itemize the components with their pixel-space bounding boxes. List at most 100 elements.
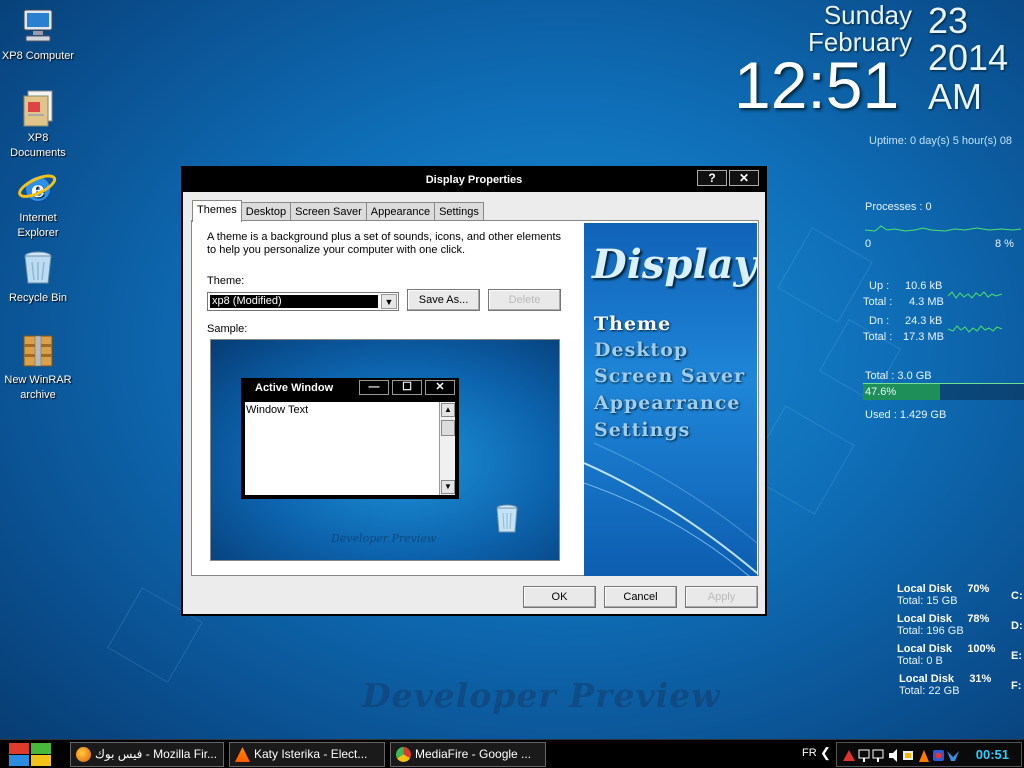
clock-day: Sunday: [823, 0, 912, 30]
disk-letter: E:: [1011, 650, 1022, 662]
task-vlc[interactable]: Katy Isterika - Elect...: [229, 742, 385, 767]
dialog-titlebar[interactable]: Display Properties ? ✕: [183, 168, 765, 192]
sample-window-buttons: — ☐ ✕: [356, 380, 455, 395]
start-button[interactable]: [8, 742, 52, 767]
network-icon-2: [872, 749, 884, 762]
disk-letter: F:: [1011, 680, 1022, 692]
banner-title: Display: [592, 241, 757, 288]
antivirus-icon: [947, 751, 959, 761]
maximize-icon: ☐: [392, 380, 422, 395]
security-icon: [933, 750, 944, 761]
sample-scrollbar: ▲ ▼: [439, 402, 455, 495]
disk-name: Local Disk: [899, 673, 955, 685]
memory-total: Total : 3.0 GB: [865, 370, 932, 382]
memory-used: Used : 1.429 GB: [865, 409, 947, 421]
language-indicator[interactable]: FR: [802, 747, 817, 759]
disk-c: Local Disk 70% Total: 15 GB: [897, 583, 989, 607]
desktop-icon-documents[interactable]: XP8 Documents: [0, 88, 76, 161]
task-label: Katy Isterika - Elect...: [254, 747, 368, 761]
computer-icon: [18, 6, 58, 46]
desktop-icon-label: New WinRAR archive: [4, 374, 72, 401]
cpu-min-label: 0: [865, 238, 872, 250]
vlc-tray-icon: [919, 750, 929, 762]
apply-button[interactable]: Apply: [685, 586, 758, 608]
recycle-bin-icon: [18, 248, 58, 288]
dialog-tabs: Themes Desktop Screen Saver Appearance S…: [192, 200, 484, 222]
tab-appearance[interactable]: Appearance: [365, 202, 436, 221]
tray-expand-icon[interactable]: ❮: [820, 745, 831, 761]
tab-desktop[interactable]: Desktop: [240, 202, 292, 221]
task-firefox[interactable]: فيس بوك - Mozilla Fir...: [70, 742, 224, 767]
help-button[interactable]: ?: [697, 170, 727, 186]
desktop-icon-label: XP8 Documents: [10, 132, 66, 159]
desktop-icon-label: XP8 Computer: [1, 50, 75, 62]
uptime-text: Uptime: 0 day(s) 5 hour(s) 08: [869, 135, 1013, 147]
dialog-title-buttons: ? ✕: [695, 170, 759, 186]
sample-recycle-bin-icon: [495, 504, 519, 537]
tab-settings[interactable]: Settings: [434, 202, 484, 221]
clock-date-year: 23 2014: [928, 2, 1008, 76]
disk-total: Total: 15 GB: [897, 595, 958, 607]
sample-label: Sample:: [207, 323, 248, 335]
task-chrome[interactable]: MediaFire - Google ...: [390, 742, 546, 767]
sample-window-title: Active Window: [255, 382, 334, 394]
display-properties-dialog: Display Properties ? ✕ Themes Desktop Sc…: [181, 166, 767, 616]
disk-f: Local Disk 31% Total: 22 GB: [899, 673, 991, 697]
disk-letter: C:: [1011, 590, 1023, 602]
sample-window-text: Window Text: [245, 402, 439, 495]
dialog-title: Display Properties: [425, 174, 523, 186]
download-total: 17.3 MB: [903, 331, 944, 343]
close-icon: ✕: [425, 380, 455, 395]
background-hex: [777, 227, 873, 323]
banner-item-appearance: Appearrance: [594, 392, 741, 414]
theme-select[interactable]: xp8 (Modified) ▼: [207, 292, 399, 311]
scroll-thumb: [441, 420, 455, 436]
upload-total-label: Total :: [863, 296, 893, 308]
banner-item-theme: Theme: [594, 313, 672, 335]
clock-year: 2014: [928, 37, 1009, 78]
disk-total: Total: 196 GB: [897, 625, 964, 637]
chrome-icon: [396, 747, 411, 762]
firefox-icon: [76, 747, 91, 762]
disk-total: Total: 0 B: [897, 655, 943, 667]
sample-window-titlebar: Active Window — ☐ ✕: [241, 378, 459, 398]
ok-button[interactable]: OK: [523, 586, 596, 608]
sample-active-window: Active Window — ☐ ✕ Window Text ▲ ▼: [241, 378, 459, 499]
upload-total: 4.3 MB: [909, 296, 944, 308]
tab-themes[interactable]: Themes: [192, 200, 242, 222]
disk-total: Total: 22 GB: [899, 685, 960, 697]
display-side-banner: Display Theme Desktop Screen Saver Appea…: [584, 223, 757, 576]
task-label: فيس بوك - Mozilla Fir...: [95, 747, 218, 761]
desktop-icon-label: Internet Explorer: [17, 212, 59, 239]
power-icon: [903, 751, 913, 760]
delete-button[interactable]: Delete: [488, 289, 561, 311]
cpu-graph: [865, 225, 1021, 232]
disk-name: Local Disk: [897, 643, 953, 655]
desktop-icon-recycle-bin[interactable]: Recycle Bin: [0, 248, 76, 306]
scroll-down-icon: ▼: [441, 480, 455, 494]
system-tray: 00:51: [836, 742, 1022, 767]
theme-description: A theme is a background plus a set of so…: [207, 231, 562, 256]
volume-icon: [889, 749, 897, 762]
minimize-icon: —: [359, 380, 389, 395]
tab-screen-saver[interactable]: Screen Saver: [290, 202, 367, 221]
close-button[interactable]: ✕: [729, 170, 759, 186]
theme-sample-preview: Active Window — ☐ ✕ Window Text ▲ ▼ Deve: [210, 339, 560, 561]
desktop-icon-computer[interactable]: XP8 Computer: [0, 6, 76, 64]
download-label: Dn :: [869, 315, 890, 327]
tray-clock[interactable]: 00:51: [976, 747, 1009, 762]
disk-name: Local Disk: [897, 613, 953, 625]
winrar-archive-icon: [18, 330, 58, 370]
cancel-button[interactable]: Cancel: [604, 586, 677, 608]
chevron-down-icon[interactable]: ▼: [381, 294, 397, 309]
save-as-button[interactable]: Save As...: [407, 289, 480, 311]
cpu-max-label: 8 %: [995, 238, 1014, 250]
desktop-watermark: Developer Preview: [362, 676, 721, 715]
desktop-icon-winrar[interactable]: New WinRAR archive: [0, 330, 76, 403]
download-graph: [948, 325, 1002, 333]
processes-count: Processes : 0: [865, 201, 932, 213]
desktop-icon-internet-explorer[interactable]: e Internet Explorer: [0, 168, 76, 241]
upload-graph: [948, 291, 1002, 299]
scroll-up-icon: ▲: [441, 403, 455, 417]
disk-percent: 70%: [967, 583, 990, 595]
